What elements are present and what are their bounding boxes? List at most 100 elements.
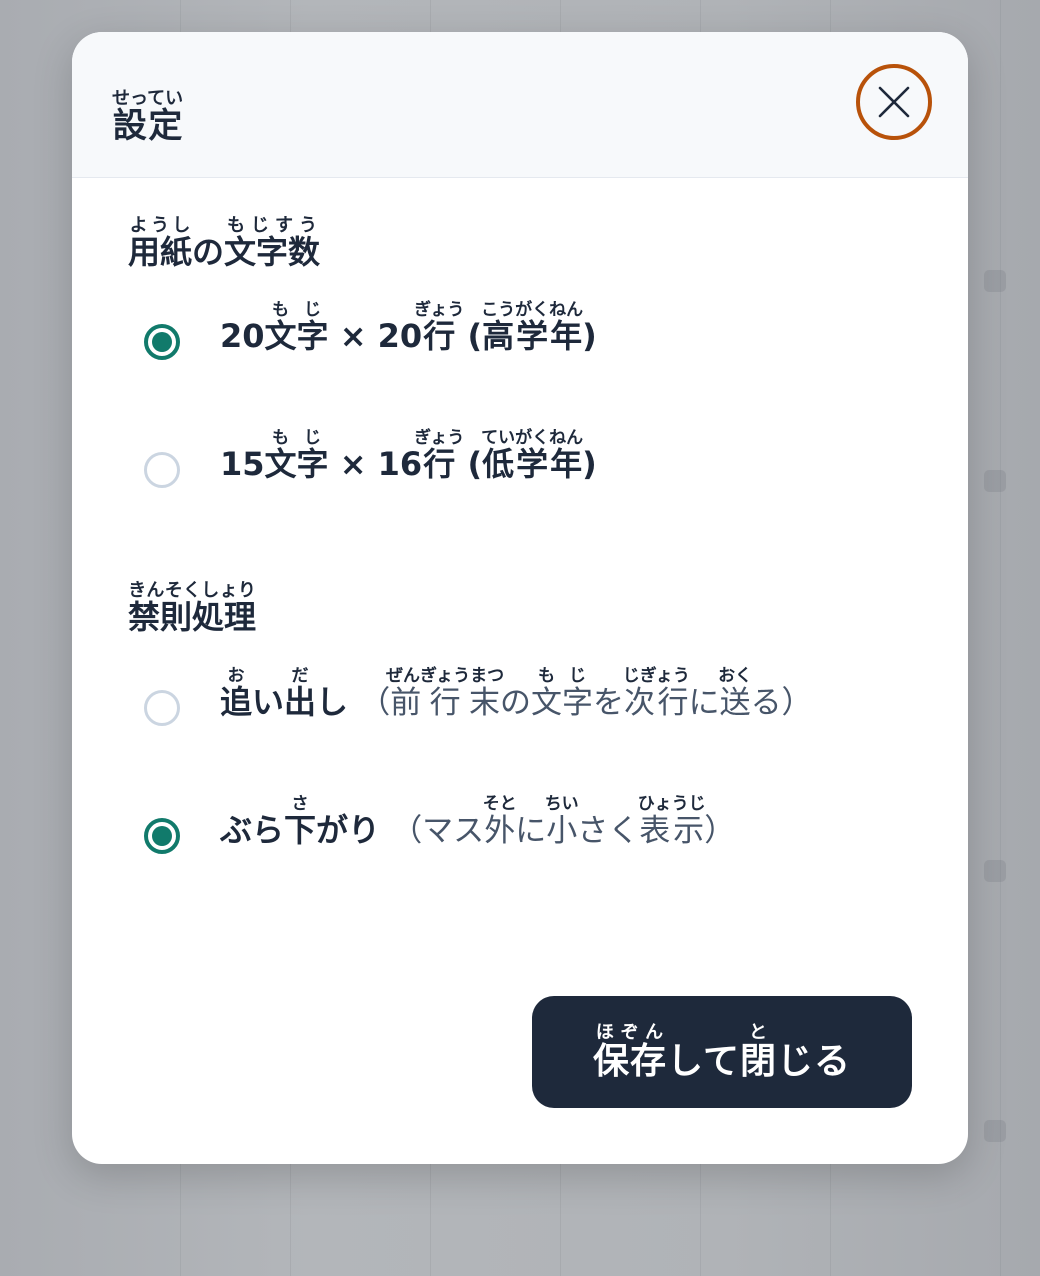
kinsoku-heading: 禁則処理きんそくしょり: [128, 580, 256, 636]
save-and-close-button[interactable]: 保存ほぞんして閉とじる: [532, 996, 912, 1108]
ruby-segment: 送おく: [718, 666, 753, 721]
plain-text: の: [499, 685, 531, 721]
ruby-annotation: ぜんぎょうまつ: [386, 666, 505, 686]
ruby-annotation: ようし: [128, 215, 192, 236]
ruby-annotation: きんそくしょり: [128, 580, 257, 601]
ruby-segment: 閉と: [739, 1022, 777, 1081]
ruby-base-text: 表示: [637, 813, 706, 849]
plain-text: ): [582, 445, 597, 483]
ruby-annotation: もじ: [530, 666, 593, 686]
plain-text: ぶら: [220, 811, 285, 849]
option-description: （前行末ぜんぎょうまつの文字もじを次行じぎょうに送おくる）: [359, 666, 812, 721]
ruby-segment: 追お: [220, 666, 253, 721]
settings-dialog: 設定せってい 用紙ようしの文字数もじすう 20文字もじ × 20行ぎょう (高学…: [72, 32, 968, 1164]
radio-button[interactable]: [144, 690, 180, 726]
ruby-base-text: 用紙: [128, 233, 193, 271]
ruby-segment: 次行じぎょう: [622, 666, 690, 721]
backdrop-mark: [984, 270, 1006, 292]
plain-text: (: [456, 317, 483, 355]
plain-text: (: [456, 445, 483, 483]
kinsoku-option-label: 追おい出だし （前行末ぜんぎょうまつの文字もじを次行じぎょうに送おくる）: [220, 666, 813, 722]
ruby-annotation: ほぞん: [593, 1021, 668, 1042]
ruby-annotation: ぎょう: [414, 300, 465, 320]
ruby-segment: 文字もじ: [264, 300, 329, 355]
ruby-annotation: さ: [284, 794, 317, 814]
backdrop-mark: [984, 1120, 1006, 1142]
ruby-base-text: 追: [220, 683, 253, 721]
ruby-base-text: 前行末: [386, 685, 505, 721]
ruby-base-text: 文字: [264, 445, 329, 483]
ruby-annotation: こうがくねん: [481, 300, 584, 320]
save-button-label: 保存ほぞんして閉とじる: [593, 1022, 851, 1082]
plain-text: に: [515, 813, 547, 849]
ruby-base-text: 低学年: [481, 445, 584, 483]
radio-button[interactable]: [144, 818, 180, 854]
plain-text: × 20: [328, 317, 423, 355]
ruby-segment: 保存ほぞん: [593, 1022, 667, 1081]
ruby-segment: 低学年ていがくねん: [481, 428, 584, 483]
paper-size-option-label: 20文字もじ × 20行ぎょう (高学年こうがくねん): [220, 300, 597, 355]
plain-text: を: [592, 685, 624, 721]
ruby-annotation: と: [739, 1021, 777, 1042]
ruby-annotation: ちい: [544, 794, 579, 814]
ruby-annotation: もじ: [264, 428, 329, 448]
ruby-base-text: 閉: [739, 1039, 777, 1081]
plain-text: い: [252, 683, 285, 721]
radio-button[interactable]: [144, 452, 180, 488]
ruby-segment: 表示ひょうじ: [637, 794, 706, 849]
paper-size-heading: 用紙ようしの文字数もじすう: [128, 215, 320, 271]
plain-text: 20: [220, 317, 265, 355]
plain-text: し: [316, 683, 349, 721]
ruby-base-text: 文字: [530, 685, 593, 721]
ruby-segment: 文字数もじすう: [224, 215, 321, 271]
plain-text: ）: [704, 813, 736, 849]
option-main-text: ぶら下さがり: [220, 794, 381, 849]
ruby-base-text: 次行: [622, 685, 690, 721]
ruby-segment: 前行末ぜんぎょうまつ: [386, 666, 504, 721]
plain-text: がり: [316, 811, 381, 849]
ruby-annotation: だ: [284, 666, 317, 686]
ruby-segment: 外そと: [483, 794, 517, 849]
plain-text: さく: [577, 813, 640, 849]
ruby-segment: 小ちい: [544, 794, 579, 849]
radio-button[interactable]: [144, 324, 180, 360]
close-icon: [878, 86, 910, 118]
ruby-annotation: そと: [482, 794, 517, 814]
ruby-base-text: 禁則処理: [128, 598, 257, 636]
ruby-segment: 文字もじ: [264, 428, 329, 483]
dialog-header: 設定せってい: [72, 32, 968, 178]
ruby-annotation: ぎょう: [414, 428, 465, 448]
ruby-base-text: 小: [544, 813, 579, 849]
ruby-annotation: おく: [718, 666, 753, 686]
backdrop-mark: [984, 470, 1006, 492]
plain-text: 15: [220, 445, 265, 483]
plain-text: の: [192, 233, 225, 271]
ruby-segment: 文字もじ: [530, 666, 593, 721]
ruby-base-text: 文字数: [224, 233, 321, 271]
ruby-annotation: ひょうじ: [637, 794, 706, 814]
ruby-base-text: 高学年: [481, 317, 584, 355]
dialog-title-ruby: せってい: [112, 88, 184, 109]
plain-text: に: [688, 685, 720, 721]
ruby-segment: 出だ: [284, 666, 317, 721]
kinsoku-option-label: ぶら下さがり （マス外そとに小ちいさく表示ひょうじ）: [220, 794, 735, 850]
ruby-base-text: 送: [718, 685, 753, 721]
backdrop-line: [1000, 0, 1001, 1276]
ruby-annotation: もじすう: [224, 215, 321, 236]
ruby-segment: 下さ: [284, 794, 317, 849]
ruby-segment: 用紙ようし: [128, 215, 193, 271]
ruby-base-text: 文字: [264, 317, 329, 355]
ruby-segment: 行ぎょう: [414, 428, 464, 483]
ruby-base-text: 出: [284, 683, 317, 721]
dialog-title: 設定せってい: [112, 88, 183, 147]
plain-text: × 16: [328, 445, 423, 483]
ruby-annotation: ていがくねん: [481, 428, 584, 448]
dialog-title-text: 設定: [112, 106, 184, 146]
ruby-annotation: もじ: [264, 300, 329, 320]
option-description: （マス外そとに小ちいさく表示ひょうじ）: [391, 794, 736, 849]
backdrop-mark: [984, 860, 1006, 882]
ruby-base-text: 下: [284, 811, 317, 849]
paper-size-option-label: 15文字もじ × 16行ぎょう (低学年ていがくねん): [220, 428, 597, 483]
close-button[interactable]: [856, 64, 932, 140]
ruby-segment: 行ぎょう: [414, 300, 464, 355]
